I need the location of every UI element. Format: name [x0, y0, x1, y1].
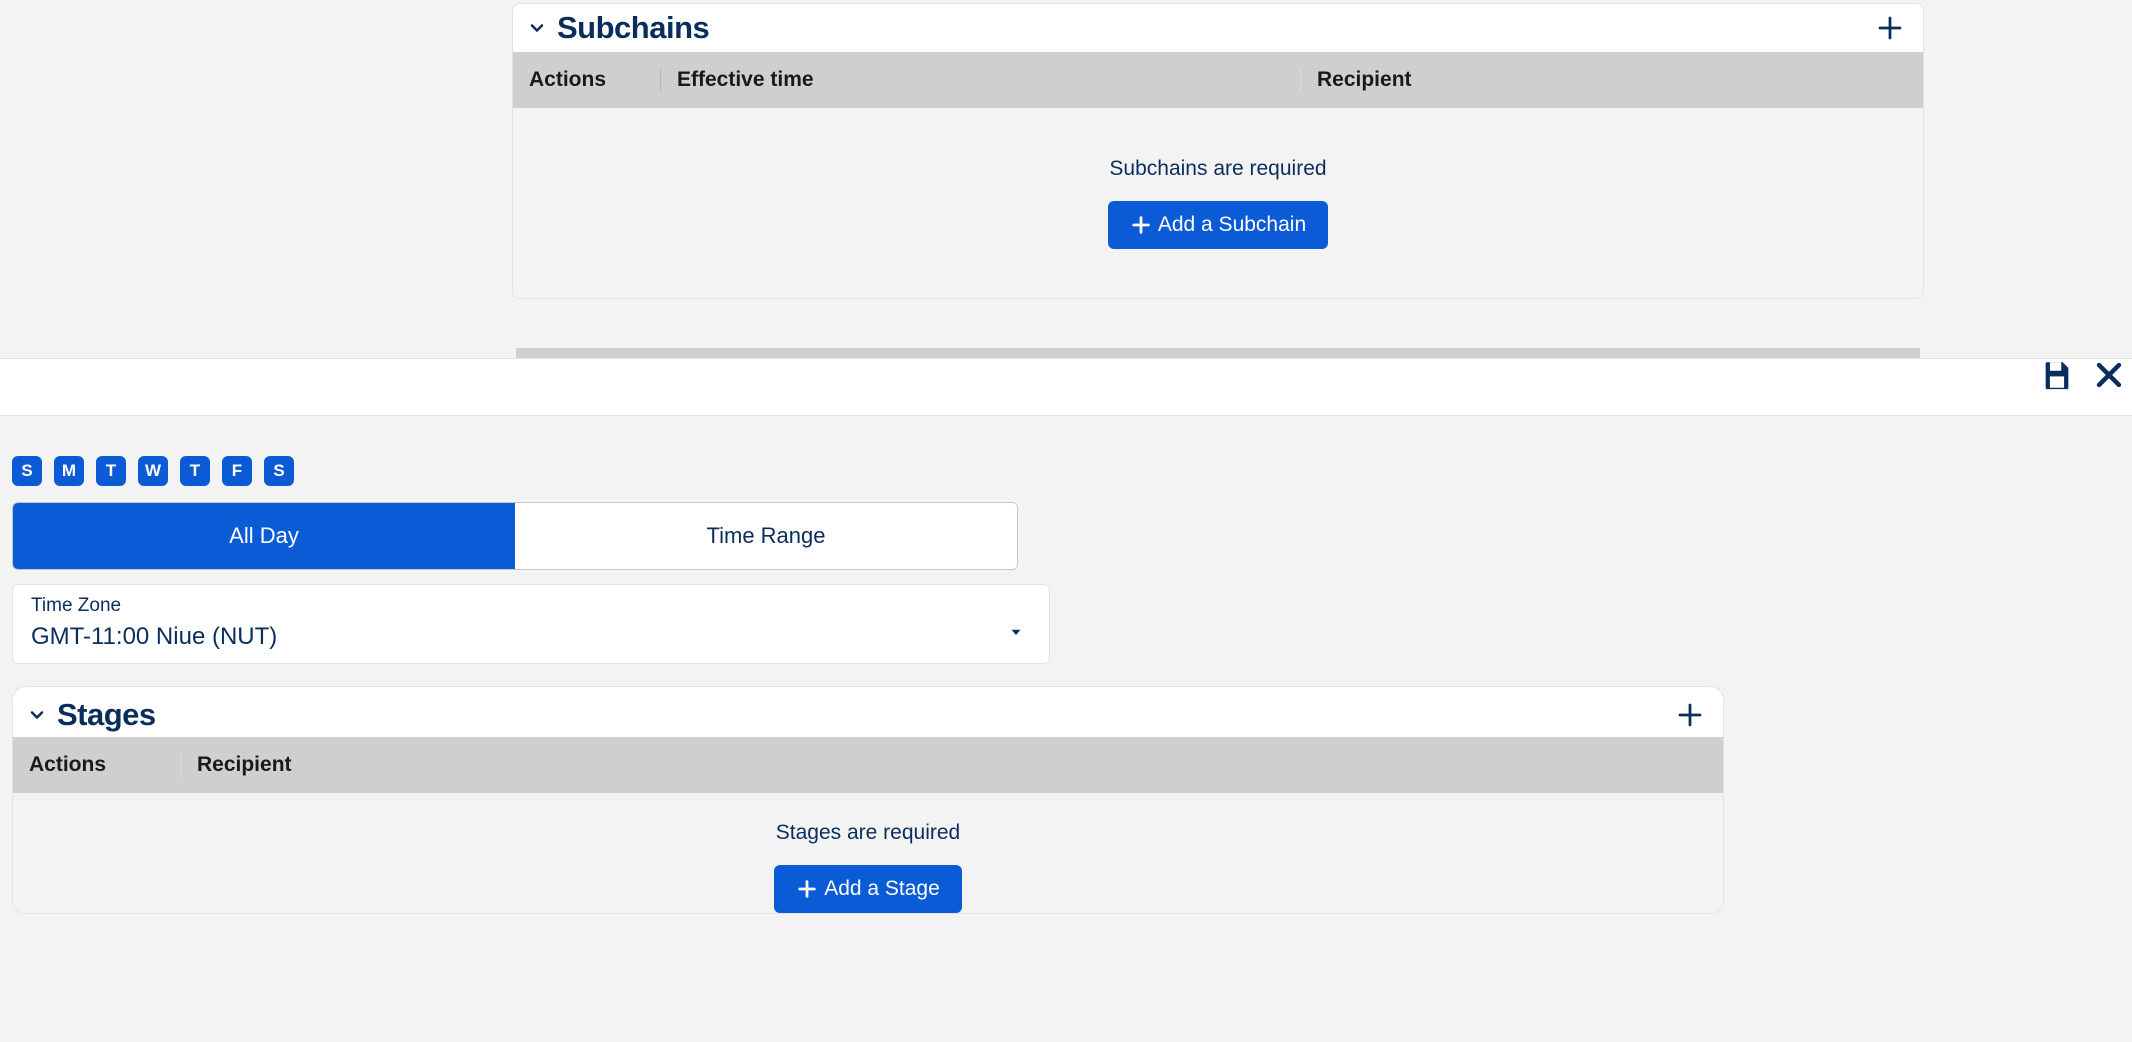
add-stage-label: Add a Stage	[824, 877, 940, 901]
subchains-body: Subchains are required Add a Subchain	[513, 108, 1923, 298]
stages-col-recipient: Recipient	[181, 753, 1723, 777]
plus-icon	[796, 878, 818, 900]
subchains-card: Subchains Actions Effective time Recipie…	[512, 3, 1924, 299]
time-range-tab[interactable]: Time Range	[515, 503, 1017, 569]
day-tue[interactable]: T	[96, 456, 126, 486]
stages-card: Stages Actions Recipient Stages are requ…	[12, 686, 1724, 914]
add-stage-icon[interactable]	[1675, 700, 1705, 730]
day-mon[interactable]: M	[54, 456, 84, 486]
add-subchain-button[interactable]: Add a Subchain	[1108, 201, 1328, 249]
subchains-required-text: Subchains are required	[1109, 157, 1326, 181]
day-wed[interactable]: W	[138, 456, 168, 486]
chevron-down-icon[interactable]	[27, 705, 47, 725]
day-fri[interactable]: F	[222, 456, 252, 486]
all-day-tab[interactable]: All Day	[13, 503, 515, 569]
stages-body: Stages are required Add a Stage	[13, 793, 1723, 913]
day-sun[interactable]: S	[12, 456, 42, 486]
add-subchain-icon[interactable]	[1875, 13, 1905, 43]
days-of-week: S M T W T F S	[12, 456, 2120, 486]
subchains-title: Subchains	[557, 10, 709, 46]
plus-icon	[1130, 214, 1152, 236]
timezone-select[interactable]: Time Zone GMT-11:00 Niue (NUT)	[12, 584, 1050, 664]
subchains-col-actions: Actions	[513, 68, 661, 92]
stages-col-actions: Actions	[13, 753, 181, 777]
stages-table-header: Actions Recipient	[13, 737, 1723, 793]
timezone-label: Time Zone	[31, 595, 1031, 617]
stages-required-text: Stages are required	[776, 821, 960, 845]
day-sat[interactable]: S	[264, 456, 294, 486]
add-subchain-label: Add a Subchain	[1158, 213, 1306, 237]
chevron-down-icon[interactable]	[527, 18, 547, 38]
stages-title: Stages	[57, 697, 156, 733]
caret-down-icon	[1007, 623, 1025, 641]
day-thu[interactable]: T	[180, 456, 210, 486]
subchains-col-effective: Effective time	[661, 68, 1301, 92]
lower-section: S M T W T F S All Day Time Range Time Zo…	[0, 416, 2132, 914]
time-mode-toggle: All Day Time Range	[12, 502, 1018, 570]
add-stage-button[interactable]: Add a Stage	[774, 865, 962, 913]
stages-header: Stages	[13, 687, 1723, 737]
timezone-value: GMT-11:00 Niue (NUT)	[31, 623, 1031, 651]
toolbar	[0, 358, 2132, 416]
subchains-header: Subchains	[513, 4, 1923, 52]
close-icon[interactable]	[2092, 358, 2126, 392]
subchains-table-header: Actions Effective time Recipient	[513, 52, 1923, 108]
subchains-col-recipient: Recipient	[1301, 68, 1923, 92]
save-icon[interactable]	[2040, 358, 2074, 392]
